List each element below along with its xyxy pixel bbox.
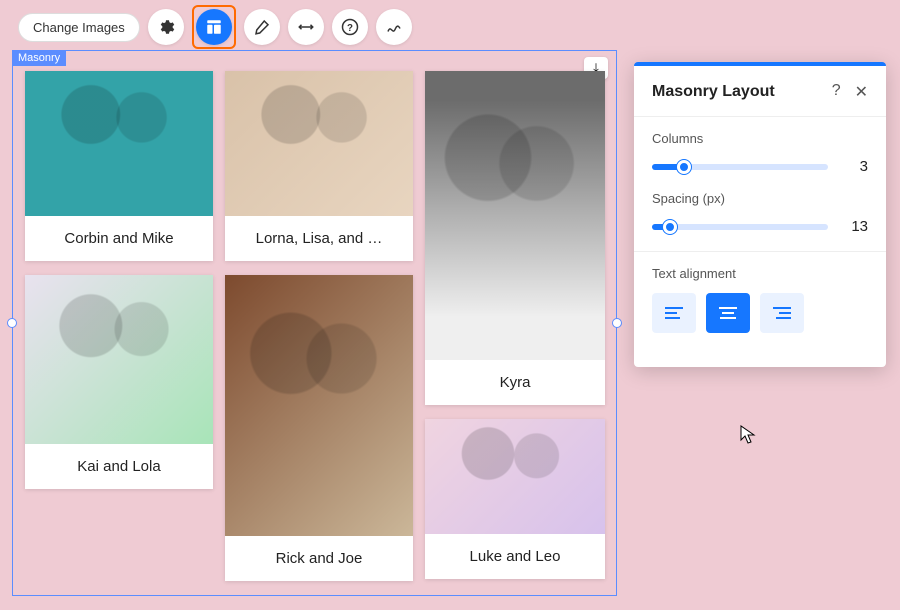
align-left-button[interactable] (652, 293, 696, 333)
align-right-button[interactable] (760, 293, 804, 333)
slider-thumb[interactable] (663, 220, 677, 234)
layout-panel: Masonry Layout ? ✕ Columns 3 Spacing (px… (634, 62, 886, 367)
layout-icon[interactable] (196, 9, 232, 45)
gallery-card[interactable]: Lorna, Lisa, and … (225, 71, 413, 261)
brush-icon[interactable] (244, 9, 280, 45)
alignment-label: Text alignment (652, 266, 868, 281)
change-images-button[interactable]: Change Images (18, 13, 140, 42)
spacing-slider[interactable] (652, 224, 828, 230)
panel-help-icon[interactable]: ? (832, 82, 841, 102)
card-image (25, 71, 213, 216)
card-caption: Kai and Lola (25, 444, 213, 489)
gear-icon[interactable] (148, 9, 184, 45)
card-image (425, 419, 605, 534)
layout-icon-highlight (192, 5, 236, 49)
columns-label: Columns (652, 131, 868, 146)
toolbar: Change Images ? (18, 5, 412, 49)
card-caption: Kyra (425, 360, 605, 405)
alignment-section: Text alignment (634, 266, 886, 349)
spacing-label: Spacing (px) (652, 191, 868, 206)
gallery-selection[interactable]: Masonry ⤓ Corbin and Mike Lorna, Lisa, a… (12, 50, 617, 596)
panel-header: Masonry Layout ? ✕ (634, 66, 886, 116)
gallery-card[interactable]: Corbin and Mike (25, 71, 213, 261)
spacing-section: Spacing (px) 13 (634, 191, 886, 251)
help-icon[interactable]: ? (332, 9, 368, 45)
gallery-card[interactable]: Kai and Lola (25, 275, 213, 489)
card-image (25, 275, 213, 444)
card-caption: Lorna, Lisa, and … (225, 216, 413, 261)
card-image (225, 71, 413, 216)
cursor-icon (740, 425, 756, 445)
svg-text:?: ? (347, 23, 353, 34)
slider-thumb[interactable] (677, 160, 691, 174)
columns-value: 3 (842, 158, 868, 175)
divider (634, 116, 886, 117)
columns-section: Columns 3 (634, 131, 886, 191)
card-image (425, 71, 605, 360)
panel-title: Masonry Layout (652, 83, 775, 101)
card-caption: Rick and Joe (225, 536, 413, 581)
card-caption: Corbin and Mike (25, 216, 213, 261)
gallery-card[interactable]: Kyra (425, 71, 605, 405)
divider (634, 251, 886, 252)
spacing-value: 13 (842, 218, 868, 235)
resize-icon[interactable] (288, 9, 324, 45)
card-image (225, 275, 413, 536)
masonry-grid: Corbin and Mike Lorna, Lisa, and … Kyra … (13, 51, 616, 595)
card-caption: Luke and Leo (425, 534, 605, 579)
gallery-card[interactable]: Rick and Joe (225, 275, 413, 581)
gallery-card[interactable]: Luke and Leo (425, 419, 605, 579)
close-icon[interactable]: ✕ (855, 82, 868, 102)
align-center-button[interactable] (706, 293, 750, 333)
animation-icon[interactable] (376, 9, 412, 45)
columns-slider[interactable] (652, 164, 828, 170)
